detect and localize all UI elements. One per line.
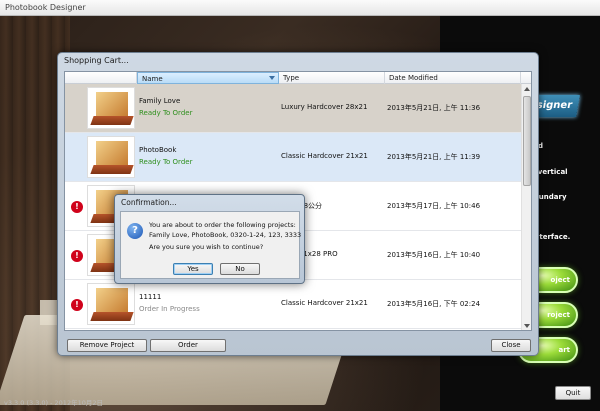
no-button[interactable]: No bbox=[220, 263, 260, 275]
warning-icon: ! bbox=[71, 250, 83, 262]
quit-button[interactable]: Quit bbox=[555, 386, 591, 400]
close-button[interactable]: Close bbox=[491, 339, 531, 352]
yes-button[interactable]: Yes bbox=[173, 263, 213, 275]
project-name: PhotoBook bbox=[139, 146, 177, 154]
project-date: 2013年5月16日, 上午 10:40 bbox=[387, 251, 481, 259]
remove-project-button[interactable]: Remove Project bbox=[67, 339, 147, 352]
cart-title: Shopping Cart... bbox=[64, 56, 129, 65]
dialog-message-line1: You are about to order the following pro… bbox=[149, 221, 296, 229]
dialog-title: Confirmation... bbox=[121, 198, 177, 207]
project-date: 2013年5月21日, 上午 11:36 bbox=[387, 104, 481, 112]
project-thumbnail bbox=[87, 136, 135, 178]
project-status: Ready To Order bbox=[139, 158, 193, 166]
table-row[interactable]: ! 11111 Order In Progress Classic Hardco… bbox=[65, 280, 521, 329]
cart-header: Name Type Date Modified bbox=[65, 72, 531, 84]
project-date: 2013年5月17日, 上午 10:46 bbox=[387, 202, 481, 210]
column-header-name-label: Name bbox=[142, 75, 163, 83]
table-row[interactable]: Family Love Ready To Order Luxury Hardco… bbox=[65, 84, 521, 133]
column-header-name[interactable]: Name bbox=[137, 72, 279, 84]
app-titlebar: Photobook Designer bbox=[0, 0, 600, 16]
project-type: Classic Hardcover 21x21 bbox=[281, 152, 368, 160]
vertical-scrollbar[interactable] bbox=[521, 84, 531, 330]
sort-down-icon bbox=[269, 76, 275, 80]
table-row[interactable]: PhotoBook Ready To Order Classic Hardcov… bbox=[65, 133, 521, 182]
column-header-type[interactable]: Type bbox=[279, 72, 385, 84]
project-type: Classic Hardcover 21x21 bbox=[281, 299, 368, 307]
scroll-down-icon[interactable] bbox=[524, 324, 530, 328]
project-name: Family Love bbox=[139, 97, 181, 105]
project-type: Luxury Hardcover 28x21 bbox=[281, 103, 368, 111]
warning-icon: ! bbox=[71, 201, 83, 213]
version-label: v3.3.0 (3.3.0) - 2012年10月2日 bbox=[4, 399, 103, 407]
order-button[interactable]: Order bbox=[150, 339, 226, 352]
question-icon: ? bbox=[127, 223, 143, 239]
project-date: 2013年5月16日, 下午 02:24 bbox=[387, 300, 481, 308]
project-status: Ready To Order bbox=[139, 109, 193, 117]
project-thumbnail bbox=[87, 87, 135, 129]
dialog-message-line2: Family Love, PhotoBook, 0320-1-24, 123, … bbox=[149, 231, 302, 239]
app-title: Photobook Designer bbox=[5, 3, 86, 12]
column-header-spacer bbox=[65, 72, 137, 84]
confirmation-dialog: Confirmation... ? You are about to order… bbox=[114, 194, 305, 284]
project-date: 2013年5月21日, 上午 11:39 bbox=[387, 153, 481, 161]
dialog-message-line3: Are you sure you wish to continue? bbox=[149, 243, 264, 251]
warning-icon: ! bbox=[71, 299, 83, 311]
project-status: Order In Progress bbox=[139, 305, 200, 313]
column-header-date[interactable]: Date Modified bbox=[385, 72, 521, 84]
project-thumbnail bbox=[87, 283, 135, 325]
dialog-body: ? You are about to order the following p… bbox=[120, 211, 302, 279]
scroll-up-icon[interactable] bbox=[524, 87, 530, 91]
project-name: 11111 bbox=[139, 293, 162, 301]
scroll-thumb[interactable] bbox=[523, 96, 531, 186]
